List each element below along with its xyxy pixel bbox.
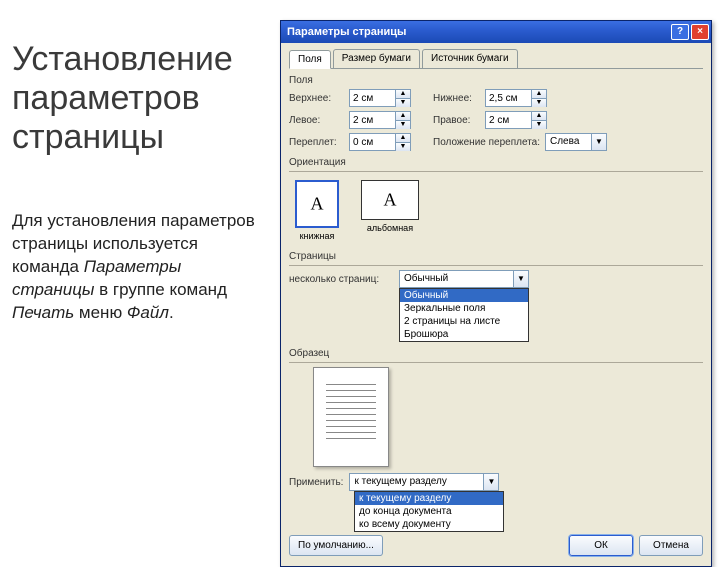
right-margin-label: Правое: xyxy=(433,115,481,126)
spin-down-icon[interactable]: ▼ xyxy=(396,99,410,107)
spin-up-icon[interactable]: ▲ xyxy=(532,112,546,121)
spin-up-icon[interactable]: ▲ xyxy=(396,134,410,143)
apply-to-label: Применить: xyxy=(289,477,343,488)
tab-fields[interactable]: Поля xyxy=(289,50,331,69)
body-mid1: в группе команд xyxy=(94,280,227,299)
preview-group-label: Образец xyxy=(289,348,703,359)
close-button[interactable]: × xyxy=(691,24,709,40)
gutter-pos-combo[interactable]: Слева▼ xyxy=(545,133,607,151)
tab-paper-size[interactable]: Размер бумаги xyxy=(333,49,420,68)
multi-pages-value: Обычный xyxy=(400,271,513,287)
bottom-margin-input[interactable]: ▲▼ xyxy=(485,89,547,107)
apply-to-dropdown[interactable]: к текущему разделу до конца документа ко… xyxy=(354,491,504,532)
right-margin-input[interactable]: ▲▼ xyxy=(485,111,547,129)
top-margin-input[interactable]: ▲▼ xyxy=(349,89,411,107)
portrait-icon[interactable] xyxy=(295,180,339,228)
cancel-button[interactable]: Отмена xyxy=(639,535,703,556)
multi-pages-dropdown[interactable]: Обычный Зеркальные поля 2 страницы на ли… xyxy=(399,288,529,342)
dropdown-option[interactable]: Обычный xyxy=(400,289,528,302)
bottom-margin-label: Нижнее: xyxy=(433,93,481,104)
spin-up-icon[interactable]: ▲ xyxy=(396,90,410,99)
landscape-option[interactable]: альбомная xyxy=(361,180,419,241)
body-italic2: Печать xyxy=(12,303,74,322)
pages-group-label: Страницы xyxy=(289,251,703,262)
body-mid2: меню xyxy=(74,303,127,322)
apply-to-combo[interactable]: к текущему разделу▼ xyxy=(349,473,499,491)
spin-down-icon[interactable]: ▼ xyxy=(396,143,410,151)
help-button[interactable]: ? xyxy=(671,24,689,40)
dropdown-option[interactable]: к текущему разделу xyxy=(355,492,503,505)
portrait-option[interactable]: книжная xyxy=(295,180,339,241)
gutter-pos-label: Положение переплета: xyxy=(433,137,541,148)
landscape-icon[interactable] xyxy=(361,180,419,220)
titlebar[interactable]: Параметры страницы ? × xyxy=(281,21,711,43)
default-button[interactable]: По умолчанию... xyxy=(289,535,383,556)
gutter-pos-value: Слева xyxy=(546,134,591,150)
page-setup-dialog: Параметры страницы ? × Поля Размер бумаг… xyxy=(280,20,712,567)
dropdown-option[interactable]: Брошюра xyxy=(400,328,528,341)
gutter-label: Переплет: xyxy=(289,137,345,148)
gutter-input[interactable]: ▲▼ xyxy=(349,133,411,151)
body-suffix: . xyxy=(169,303,174,322)
preview-pane xyxy=(313,367,389,467)
spin-down-icon[interactable]: ▼ xyxy=(532,121,546,129)
chevron-down-icon[interactable]: ▼ xyxy=(483,474,498,490)
orientation-group-label: Ориентация xyxy=(289,157,703,168)
fields-group-label: Поля xyxy=(289,75,703,86)
chevron-down-icon[interactable]: ▼ xyxy=(513,271,528,287)
spin-down-icon[interactable]: ▼ xyxy=(532,99,546,107)
dropdown-option[interactable]: ко всему документу xyxy=(355,518,503,531)
tab-paper-source[interactable]: Источник бумаги xyxy=(422,49,518,68)
spin-up-icon[interactable]: ▲ xyxy=(532,90,546,99)
landscape-label: альбомная xyxy=(367,223,413,233)
tabs: Поля Размер бумаги Источник бумаги xyxy=(289,49,703,69)
dialog-title: Параметры страницы xyxy=(287,26,406,38)
dropdown-option[interactable]: до конца документа xyxy=(355,505,503,518)
spin-down-icon[interactable]: ▼ xyxy=(396,121,410,129)
slide-body: Для установления параметров страницы исп… xyxy=(12,210,262,325)
portrait-label: книжная xyxy=(300,231,335,241)
top-margin-label: Верхнее: xyxy=(289,93,345,104)
ok-button[interactable]: ОК xyxy=(569,535,633,556)
spin-up-icon[interactable]: ▲ xyxy=(396,112,410,121)
dropdown-option[interactable]: Зеркальные поля xyxy=(400,302,528,315)
body-italic3: Файл xyxy=(127,303,169,322)
chevron-down-icon[interactable]: ▼ xyxy=(591,134,606,150)
left-margin-label: Левое: xyxy=(289,115,345,126)
dropdown-option[interactable]: 2 страницы на листе xyxy=(400,315,528,328)
multi-pages-combo[interactable]: Обычный▼ xyxy=(399,270,529,288)
apply-to-value: к текущему разделу xyxy=(350,474,483,490)
slide-title: Установление параметров страницы xyxy=(12,40,233,157)
multi-pages-label: несколько страниц: xyxy=(289,274,395,285)
left-margin-input[interactable]: ▲▼ xyxy=(349,111,411,129)
